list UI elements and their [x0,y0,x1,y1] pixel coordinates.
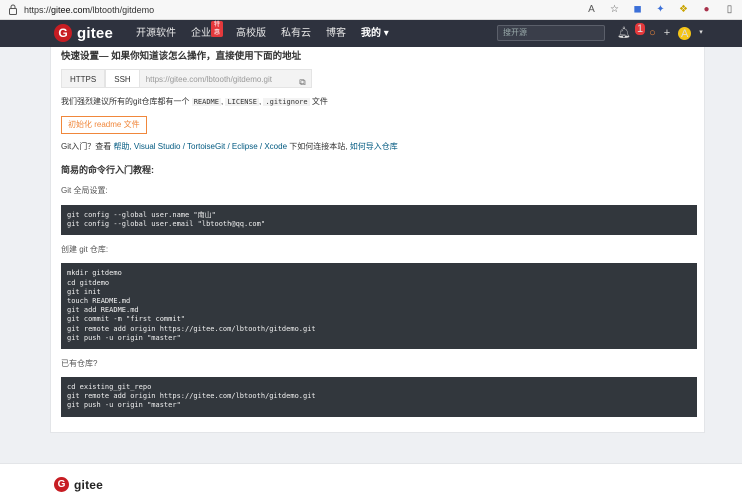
global-settings-label: Git 全局设置: [61,186,108,195]
rec-text-end: 文件 [311,97,328,106]
gitee-logo-text: gitee [77,24,114,42]
battery-icon[interactable]: ▯ [723,3,736,16]
chevron-down-icon[interactable]: ▾ [699,26,703,40]
existing-repo-label: 已有仓库? [61,359,98,369]
nav-item-blog[interactable]: 博客 [326,20,346,47]
profile-icon[interactable]: ● [700,3,713,16]
copy-icon[interactable]: ⧉ [299,73,305,92]
rec-gitignore: .gitignore [263,98,310,106]
lightbulb-icon[interactable]: ○ [649,26,656,40]
url-host: gitee.com [51,5,91,15]
existing-repo-code[interactable]: cd existing_git_repo git remote add orig… [61,377,697,417]
clone-url-row: HTTPS SSH https://gitee.com/lbtooth/gitd… [61,69,697,88]
rec-license: LICENSE [225,98,259,106]
ide-links[interactable]: , Visual Studio / TortoiseGit / Eclipse … [129,142,287,151]
page-footer: G gitee [0,463,742,499]
repo-quick-setup-card: 快速设置— 如果你知道该怎么操作，直接使用下面的地址 HTTPS SSH htt… [50,47,705,433]
create-repo-code[interactable]: mkdir gitdemo cd gitdemo git init touch … [61,263,697,350]
search-input[interactable]: 搜开源 [497,25,605,41]
rec-readme: README [191,98,221,106]
nav-item-mine[interactable]: 我的 ▾ [361,20,389,47]
git-intro-prefix: Git入门？查看 [61,142,112,151]
nav-item-education[interactable]: 高校版 [236,20,266,47]
notification-count: 1 [634,23,646,35]
init-readme-button[interactable]: 初始化 readme 文件 [61,116,147,134]
gitee-logo-mark: G [54,24,72,42]
create-repo-label: 创建 git 仓库: [61,245,109,255]
tab-ssh[interactable]: SSH [105,69,140,88]
puzzle-icon[interactable]: ❖ [677,3,690,16]
nav-item-private-cloud[interactable]: 私有云 [281,20,311,47]
main-menu: 开源软件 企业版 特惠 高校版 私有云 博客 我的 ▾ [136,20,404,47]
readme-recommendation: 我们强烈建议所有的git仓库都有一个 README, LICENSE, .git… [61,96,697,108]
translate-icon[interactable]: ◼ [631,3,644,16]
nav-item-enterprise[interactable]: 企业版 特惠 [191,20,224,47]
promo-badge: 特惠 [211,21,224,37]
tab-https[interactable]: HTTPS [61,69,106,88]
help-link[interactable]: 帮助 [113,142,129,151]
import-repo-link[interactable]: 如何导入仓库 [350,142,398,151]
quick-setup-title: 快速设置— 如果你知道该怎么操作，直接使用下面的地址 [61,51,302,62]
global-settings-code[interactable]: git config --global user.name "南山" git c… [61,205,697,236]
url-path: /lbtooth/gitdemo [90,5,155,15]
extension-icon[interactable]: ✦ [654,3,667,16]
footer-logo[interactable]: G gitee [54,477,103,492]
avatar[interactable]: A [678,26,692,40]
read-aloud-icon[interactable]: A [585,3,598,16]
top-navbar: G gitee 开源软件 企业版 特惠 高校版 私有云 博客 我的 ▾ 搜开源 … [0,20,742,47]
rec-sep: , [220,97,224,106]
git-intro-mid: 下如何连接本站, [289,142,348,151]
tutorial-title: 简易的命令行入门教程: [61,165,154,175]
footer-logo-text: gitee [74,477,104,492]
url-scheme: https:// [24,5,52,15]
rec-text: 我们强烈建议所有的git仓库都有一个 [61,97,190,106]
gitee-logo[interactable]: G gitee [54,24,113,42]
clone-url-field[interactable]: https://gitee.com/lbtooth/gitdemo.git ⧉ [139,69,312,88]
lock-icon [9,4,17,15]
browser-address-bar[interactable]: https://gitee.com/lbtooth/gitdemo A ☆ ◼ … [0,0,742,20]
rec-sep: , [258,97,262,106]
nav-item-open-source[interactable]: 开源软件 [136,20,176,47]
clone-url-value: https://gitee.com/lbtooth/gitdemo.git [145,75,272,84]
git-intro-text: Git入门？查看 帮助, Visual Studio / TortoiseGit… [61,141,697,152]
footer-logo-mark: G [54,477,69,492]
favorite-star-icon[interactable]: ☆ [608,3,621,16]
plus-icon[interactable]: + [664,26,670,40]
address-url[interactable]: https://gitee.com/lbtooth/gitdemo [24,3,154,17]
bell-icon[interactable]: 🔔︎ 1 [617,23,646,40]
